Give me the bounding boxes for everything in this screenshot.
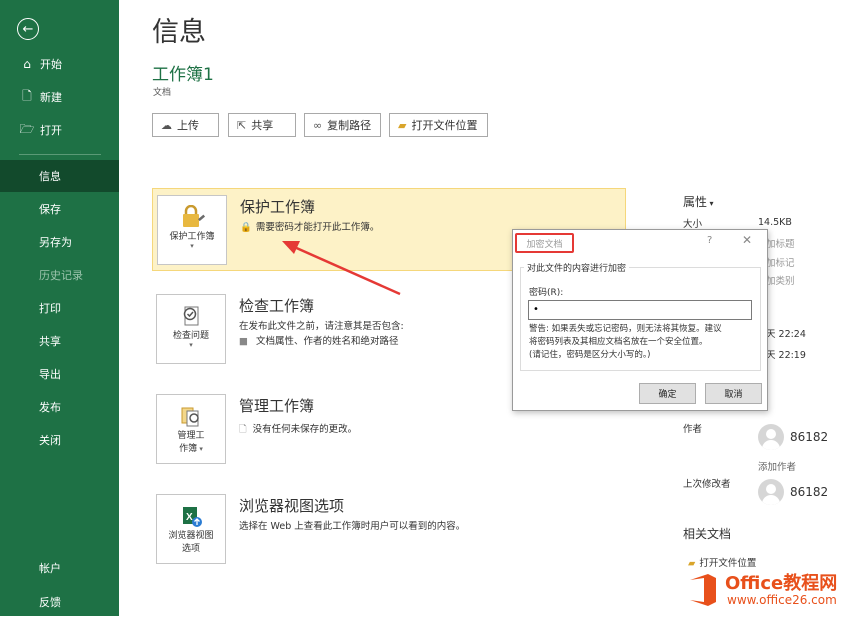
link-icon: ∞ — [313, 118, 323, 132]
svg-text:X: X — [186, 512, 193, 523]
close-icon[interactable]: ✕ — [742, 233, 752, 247]
inspect-workbook-desc: 在发布此文件之前，请注意其是否包含: — [239, 321, 404, 332]
last-modified-by-label: 上次修改者 — [683, 479, 731, 490]
sidebar-item-new[interactable]: 🗋 新建 — [0, 81, 119, 113]
size-value: 14.5KB — [758, 217, 792, 228]
ok-button[interactable]: 确定 — [639, 383, 696, 404]
bullet-icon: ■ — [239, 336, 248, 347]
manage-documents-icon — [179, 404, 203, 428]
share-button[interactable]: ⇱ 共享 — [228, 113, 296, 137]
related-documents-heading: 相关文档 — [683, 527, 732, 541]
lock-warning-icon: 🔒 — [240, 222, 252, 233]
sidebar-item-info[interactable]: 信息 — [0, 160, 119, 192]
watermark-brand: Office教程网 — [725, 573, 838, 594]
add-author-link[interactable]: 添加作者 — [758, 459, 796, 473]
office-logo-icon — [690, 574, 716, 606]
warning-text: 警告: 如果丢失或忘记密码，则无法将其恢复。建议 将密码列表及其相应文档名放在一… — [529, 324, 722, 360]
back-arrow-icon[interactable]: ← — [17, 18, 39, 40]
inspect-workbook-bullet: ■ 文档属性、作者的姓名和绝对路径 — [239, 336, 399, 347]
created-time: 天 22:19 — [766, 350, 806, 361]
manage-workbook-title: 管理工作簿 — [239, 397, 315, 415]
browser-view-options-desc: 选择在 Web 上查看此工作簿时用户可以看到的内容。 — [239, 521, 466, 532]
open-file-location-button[interactable]: ▰ 打开文件位置 — [389, 113, 488, 137]
sidebar-item-export[interactable]: 导出 — [0, 358, 119, 390]
password-field[interactable]: • — [528, 300, 752, 320]
dialog-title: 加密文档 — [515, 233, 574, 253]
annotation-arrow — [282, 241, 401, 296]
workbook-location: 文档 — [153, 88, 172, 98]
chevron-down-icon: ▾ — [189, 341, 193, 349]
chevron-down-icon: ▾ — [707, 199, 714, 208]
last-modified-avatar — [758, 479, 784, 505]
author-avatar — [758, 424, 784, 450]
manage-workbook-desc: 🗋 没有任何未保存的更改。 — [239, 424, 358, 435]
new-document-icon: 🗋 — [22, 88, 32, 103]
cancel-button[interactable]: 取消 — [705, 383, 762, 404]
chevron-down-icon: ▾ — [197, 445, 203, 453]
workbook-name: 工作簿1 — [152, 65, 214, 85]
watermark-url: www.office26.com — [727, 593, 837, 607]
browser-view-options-tile[interactable]: X 浏览器视图 选项 — [156, 494, 226, 564]
protect-workbook-title: 保护工作簿 — [240, 198, 316, 216]
excel-web-icon: X — [179, 504, 203, 528]
sidebar-item-account[interactable]: 帐户 — [0, 552, 119, 584]
sidebar-item-close[interactable]: 关闭 — [0, 424, 119, 456]
sidebar-item-save-as[interactable]: 另存为 — [0, 226, 119, 258]
folder-icon: ▰ — [398, 118, 407, 132]
chevron-down-icon: ▾ — [190, 242, 194, 250]
sidebar-divider — [19, 154, 101, 155]
watermark: Office教程网 www.office26.com — [683, 566, 848, 616]
last-modified-name[interactable]: 86182 — [790, 485, 828, 499]
browser-view-options-title: 浏览器视图选项 — [239, 497, 345, 515]
properties-heading[interactable]: 属性 ▾ — [683, 193, 714, 210]
manage-workbook-tile[interactable]: 管理工 作簿 ▾ — [156, 394, 226, 464]
backstage-sidebar: ← ⌂ 开始 🗋 新建 🗁 打开 信息 保存 另存为 历史记录 打印 共享 导出… — [0, 0, 119, 616]
tags-value[interactable]: 加标记 — [766, 255, 795, 269]
sidebar-item-open[interactable]: 🗁 打开 — [0, 114, 119, 146]
author-name[interactable]: 86182 — [790, 430, 828, 444]
open-folder-icon: 🗁 — [19, 121, 35, 136]
cloud-upload-icon: ☁ — [161, 118, 172, 132]
inspect-workbook-tile[interactable]: 检查问题 ▾ — [156, 294, 226, 364]
help-icon[interactable]: ? — [707, 235, 712, 246]
sidebar-item-publish[interactable]: 发布 — [0, 391, 119, 423]
size-label: 大小 — [683, 219, 703, 230]
check-document-icon — [179, 304, 203, 328]
page-title: 信息 — [152, 17, 206, 48]
sidebar-item-save[interactable]: 保存 — [0, 193, 119, 225]
sidebar-item-home[interactable]: ⌂ 开始 — [0, 48, 119, 80]
copy-path-button[interactable]: ∞ 复制路径 — [304, 113, 381, 137]
title-value[interactable]: 加标题 — [766, 236, 795, 250]
protect-workbook-tile[interactable]: 保护工作簿 ▾ — [157, 195, 227, 265]
encrypt-group-label: 对此文件的内容进行加密 — [524, 261, 630, 274]
document-icon: 🗋 — [239, 424, 247, 435]
password-label: 密码(R): — [529, 288, 564, 298]
categories-value[interactable]: 加类别 — [766, 273, 795, 287]
last-modified-time: 天 22:24 — [766, 329, 806, 340]
sidebar-item-feedback[interactable]: 反馈 — [0, 586, 119, 618]
browser-view-options-section: X 浏览器视图 选项 浏览器视图选项 选择在 Web 上查看此工作簿时用户可以看… — [152, 492, 626, 572]
upload-button[interactable]: ☁ 上传 — [152, 113, 219, 137]
home-icon: ⌂ — [23, 57, 31, 71]
encrypt-document-dialog: 加密文档 ? ✕ 对此文件的内容进行加密 密码(R): • 警告: 如果丢失或忘… — [512, 229, 768, 411]
sidebar-item-print[interactable]: 打印 — [0, 292, 119, 324]
share-icon: ⇱ — [237, 118, 247, 132]
sidebar-item-history[interactable]: 历史记录 — [0, 259, 119, 291]
author-label: 作者 — [683, 424, 703, 435]
lock-key-icon — [178, 204, 206, 229]
sidebar-item-share[interactable]: 共享 — [0, 325, 119, 357]
